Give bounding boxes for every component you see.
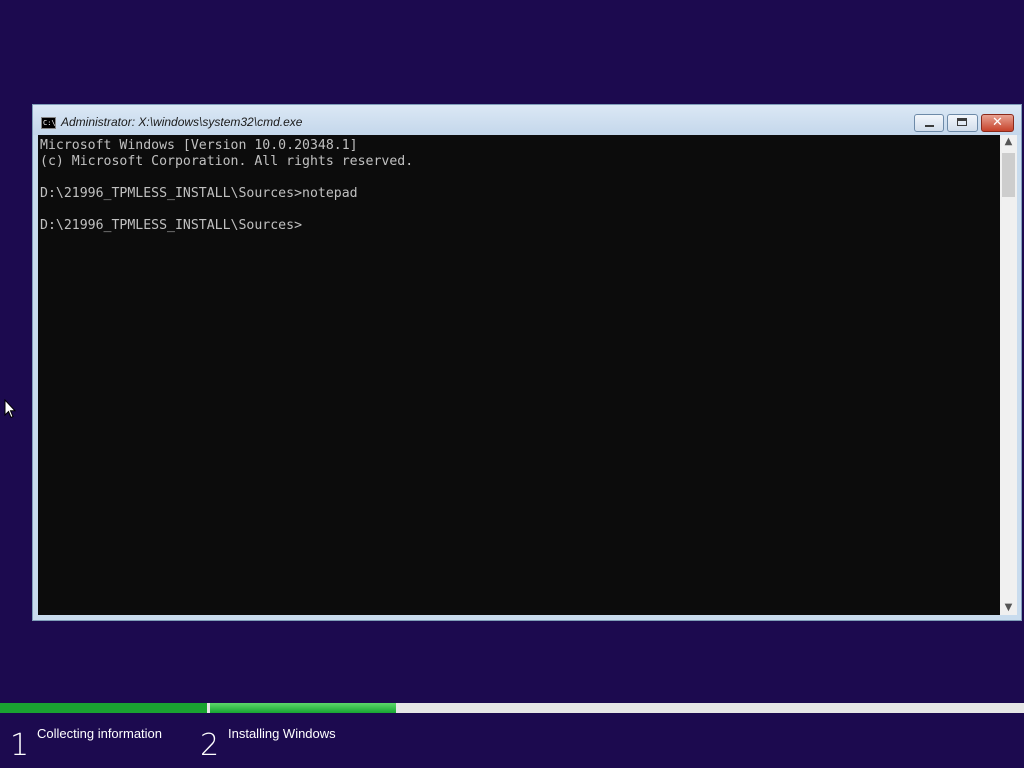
console-line: (c) Microsoft Corporation. All rights re… <box>40 154 414 169</box>
step-number: 1 <box>10 728 30 763</box>
console-text: Microsoft Windows [Version 10.0.20348.1]… <box>38 135 1000 234</box>
progress-segment-active <box>210 703 396 713</box>
cmd-window[interactable]: C:\ Administrator: X:\windows\system32\c… <box>32 104 1022 621</box>
maximize-button[interactable] <box>947 114 978 132</box>
mouse-pointer-icon <box>4 399 16 419</box>
step-number: 2 <box>200 728 220 763</box>
window-title: Administrator: X:\windows\system32\cmd.e… <box>61 115 303 129</box>
setup-progress-bar <box>0 703 1024 713</box>
maximize-icon <box>957 118 967 126</box>
close-button[interactable]: ✕ <box>981 114 1014 132</box>
scroll-up-icon[interactable]: ▲ <box>1000 135 1017 149</box>
close-icon: ✕ <box>992 115 1003 130</box>
step-label: Installing Windows <box>228 726 336 741</box>
vertical-scrollbar[interactable]: ▲ ▼ <box>1000 135 1017 615</box>
progress-segment-complete <box>0 703 207 713</box>
cmd-icon: C:\ <box>41 117 56 129</box>
console-line: Microsoft Windows [Version 10.0.20348.1] <box>40 138 358 153</box>
scroll-down-icon[interactable]: ▼ <box>1000 601 1017 615</box>
window-titlebar[interactable]: C:\ Administrator: X:\windows\system32\c… <box>33 105 1021 135</box>
step-label: Collecting information <box>37 726 163 741</box>
minimize-icon <box>925 125 934 127</box>
console-output[interactable]: Microsoft Windows [Version 10.0.20348.1]… <box>38 135 1000 615</box>
scroll-thumb[interactable] <box>1002 153 1015 197</box>
console-line: D:\21996_TPMLESS_INSTALL\Sources>notepad <box>40 186 358 201</box>
minimize-button[interactable] <box>914 114 944 132</box>
console-prompt[interactable]: D:\21996_TPMLESS_INSTALL\Sources> <box>40 218 302 233</box>
